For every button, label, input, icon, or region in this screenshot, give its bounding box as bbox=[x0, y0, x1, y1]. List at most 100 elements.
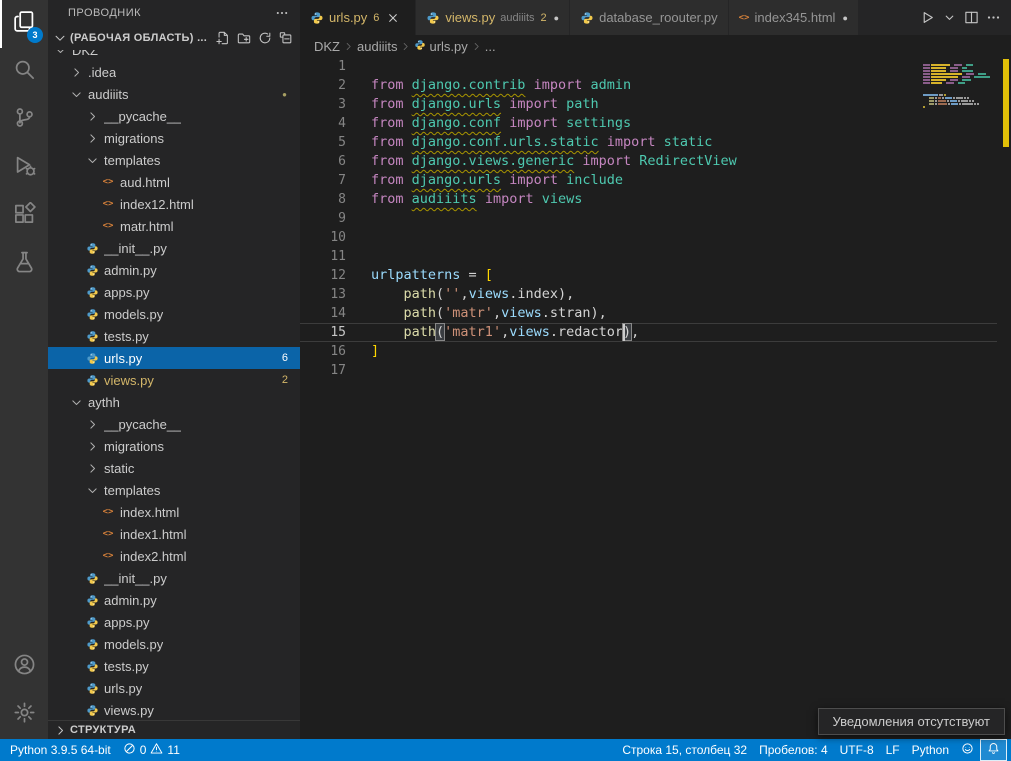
py-file-icon bbox=[84, 328, 100, 344]
tab-views.py[interactable]: views.pyaudiiits2● bbox=[416, 0, 570, 35]
activity-item-testing[interactable] bbox=[0, 240, 48, 288]
status-python-version[interactable]: Python 3.9.5 64-bit bbox=[4, 739, 117, 761]
close-icon[interactable] bbox=[386, 11, 400, 25]
tree-item[interactable]: DKZ bbox=[48, 50, 300, 61]
status-eol[interactable]: LF bbox=[880, 739, 906, 761]
activity-item-account[interactable] bbox=[0, 643, 48, 691]
tree-item[interactable]: urls.py6 bbox=[48, 347, 300, 369]
tree-item[interactable]: models.py bbox=[48, 303, 300, 325]
minimap-line bbox=[923, 85, 997, 87]
tree-item[interactable]: templates bbox=[48, 479, 300, 501]
activity-bar-bottom bbox=[0, 643, 48, 739]
activity-item-explorer[interactable]: 3 bbox=[0, 0, 48, 48]
tab-index345.html[interactable]: <>index345.html● bbox=[729, 0, 859, 35]
breadcrumb-label: DKZ bbox=[314, 39, 340, 54]
activity-item-extensions[interactable] bbox=[0, 192, 48, 240]
tree-item[interactable]: <> matr.html bbox=[48, 215, 300, 237]
notification-toast[interactable]: Уведомления отсутствуют bbox=[818, 708, 1005, 735]
tree-item[interactable]: views.py bbox=[48, 699, 300, 720]
status-language-mode[interactable]: Python bbox=[906, 739, 955, 761]
activity-item-source-control[interactable] bbox=[0, 96, 48, 144]
tab-database_roouter.py[interactable]: database_roouter.py bbox=[570, 0, 729, 35]
tree-item[interactable]: migrations bbox=[48, 435, 300, 457]
tree-item[interactable]: tests.py bbox=[48, 325, 300, 347]
tree-item[interactable]: tests.py bbox=[48, 655, 300, 677]
code-line: 12urlpatterns = [ bbox=[300, 266, 997, 285]
tree-item[interactable]: <>index12.html bbox=[48, 193, 300, 215]
code-text: urlpatterns = [ bbox=[371, 266, 493, 285]
status-indentation[interactable]: Пробелов: 4 bbox=[753, 739, 834, 761]
code-editor[interactable]: 12from django.contrib import admin3from … bbox=[300, 57, 1011, 739]
tree-item[interactable]: <>index.html bbox=[48, 501, 300, 523]
py-file-icon bbox=[580, 11, 594, 25]
line-number: 17 bbox=[300, 361, 346, 380]
code-text: from django.conf.urls.static import stat… bbox=[371, 133, 712, 152]
workspace-section-header[interactable]: (РАБОЧАЯ ОБЛАСТЬ) ... bbox=[48, 26, 300, 50]
breadcrumb-item[interactable]: DKZ bbox=[314, 39, 340, 54]
outline-section-header[interactable]: СТРУКТУРА bbox=[48, 720, 300, 739]
line-number: 6 bbox=[300, 152, 346, 171]
minimap[interactable] bbox=[921, 59, 999, 114]
tree-item[interactable]: <>index2.html bbox=[48, 545, 300, 567]
status-notifications[interactable] bbox=[980, 739, 1007, 761]
tree-item-label: .idea bbox=[88, 65, 116, 80]
minimap-line bbox=[923, 76, 997, 78]
breadcrumb-item[interactable]: urls.py bbox=[414, 39, 467, 54]
tree-item[interactable]: __init__.py bbox=[48, 237, 300, 259]
tree-item-label: migrations bbox=[104, 131, 164, 146]
tab-urls.py[interactable]: urls.py6 bbox=[300, 0, 416, 35]
new-folder-icon[interactable] bbox=[234, 28, 254, 48]
activity-item-run-debug[interactable] bbox=[0, 144, 48, 192]
tree-item[interactable]: <>aud.html bbox=[48, 171, 300, 193]
tree-item[interactable]: __pycache__ bbox=[48, 105, 300, 127]
breadcrumb-item[interactable]: ... bbox=[485, 39, 496, 54]
activity-item-settings[interactable] bbox=[0, 691, 48, 739]
minimap-line bbox=[923, 103, 997, 105]
tab-directory: audiiits bbox=[500, 12, 534, 24]
tree-item[interactable]: templates bbox=[48, 149, 300, 171]
tree-item[interactable]: urls.py bbox=[48, 677, 300, 699]
collapse-all-icon[interactable] bbox=[276, 28, 296, 48]
tree-item[interactable]: aythh bbox=[48, 391, 300, 413]
code-text: from django.contrib import admin bbox=[371, 76, 631, 95]
line-number: 16 bbox=[300, 342, 346, 361]
run-python-file-icon[interactable] bbox=[917, 8, 937, 28]
tree-item-label: __init__.py bbox=[104, 241, 167, 256]
chevron-down-icon bbox=[68, 86, 84, 102]
overview-ruler bbox=[1001, 57, 1011, 739]
tree-item[interactable]: views.py2 bbox=[48, 369, 300, 391]
tree-item-label: aud.html bbox=[120, 175, 170, 190]
tree-item[interactable]: admin.py bbox=[48, 259, 300, 281]
py-file-icon bbox=[310, 11, 324, 25]
code-line: 9 bbox=[300, 209, 997, 228]
tree-item[interactable]: __pycache__ bbox=[48, 413, 300, 435]
status-problems[interactable]: 011 bbox=[117, 739, 186, 761]
tree-item[interactable]: .idea bbox=[48, 61, 300, 83]
breadcrumb-item[interactable]: audiiits bbox=[357, 39, 397, 54]
run-dropdown-icon[interactable] bbox=[939, 8, 959, 28]
chevron-down-icon bbox=[84, 482, 100, 498]
tree-item[interactable]: admin.py bbox=[48, 589, 300, 611]
tree-item-label: matr.html bbox=[120, 219, 173, 234]
tree-item[interactable]: __init__.py bbox=[48, 567, 300, 589]
new-file-icon[interactable] bbox=[213, 28, 233, 48]
split-editor-icon[interactable] bbox=[961, 8, 981, 28]
tree-item[interactable]: models.py bbox=[48, 633, 300, 655]
tree-item[interactable]: migrations bbox=[48, 127, 300, 149]
activity-item-search[interactable] bbox=[0, 48, 48, 96]
status-feedback[interactable] bbox=[955, 739, 980, 761]
refresh-icon[interactable] bbox=[255, 28, 275, 48]
tree-item[interactable]: static bbox=[48, 457, 300, 479]
tree-item[interactable]: audiiits● bbox=[48, 83, 300, 105]
tree-item[interactable]: apps.py bbox=[48, 611, 300, 633]
status-encoding[interactable]: UTF-8 bbox=[834, 739, 880, 761]
py-file-icon bbox=[84, 614, 100, 630]
minimap-line bbox=[923, 64, 997, 66]
html-file-icon: <> bbox=[100, 218, 116, 234]
account-icon bbox=[13, 653, 36, 681]
explorer-more-actions-icon[interactable] bbox=[272, 3, 292, 23]
status-cursor-position[interactable]: Строка 15, столбец 32 bbox=[616, 739, 753, 761]
more-actions-icon[interactable] bbox=[983, 8, 1003, 28]
tree-item[interactable]: apps.py bbox=[48, 281, 300, 303]
tree-item[interactable]: <>index1.html bbox=[48, 523, 300, 545]
